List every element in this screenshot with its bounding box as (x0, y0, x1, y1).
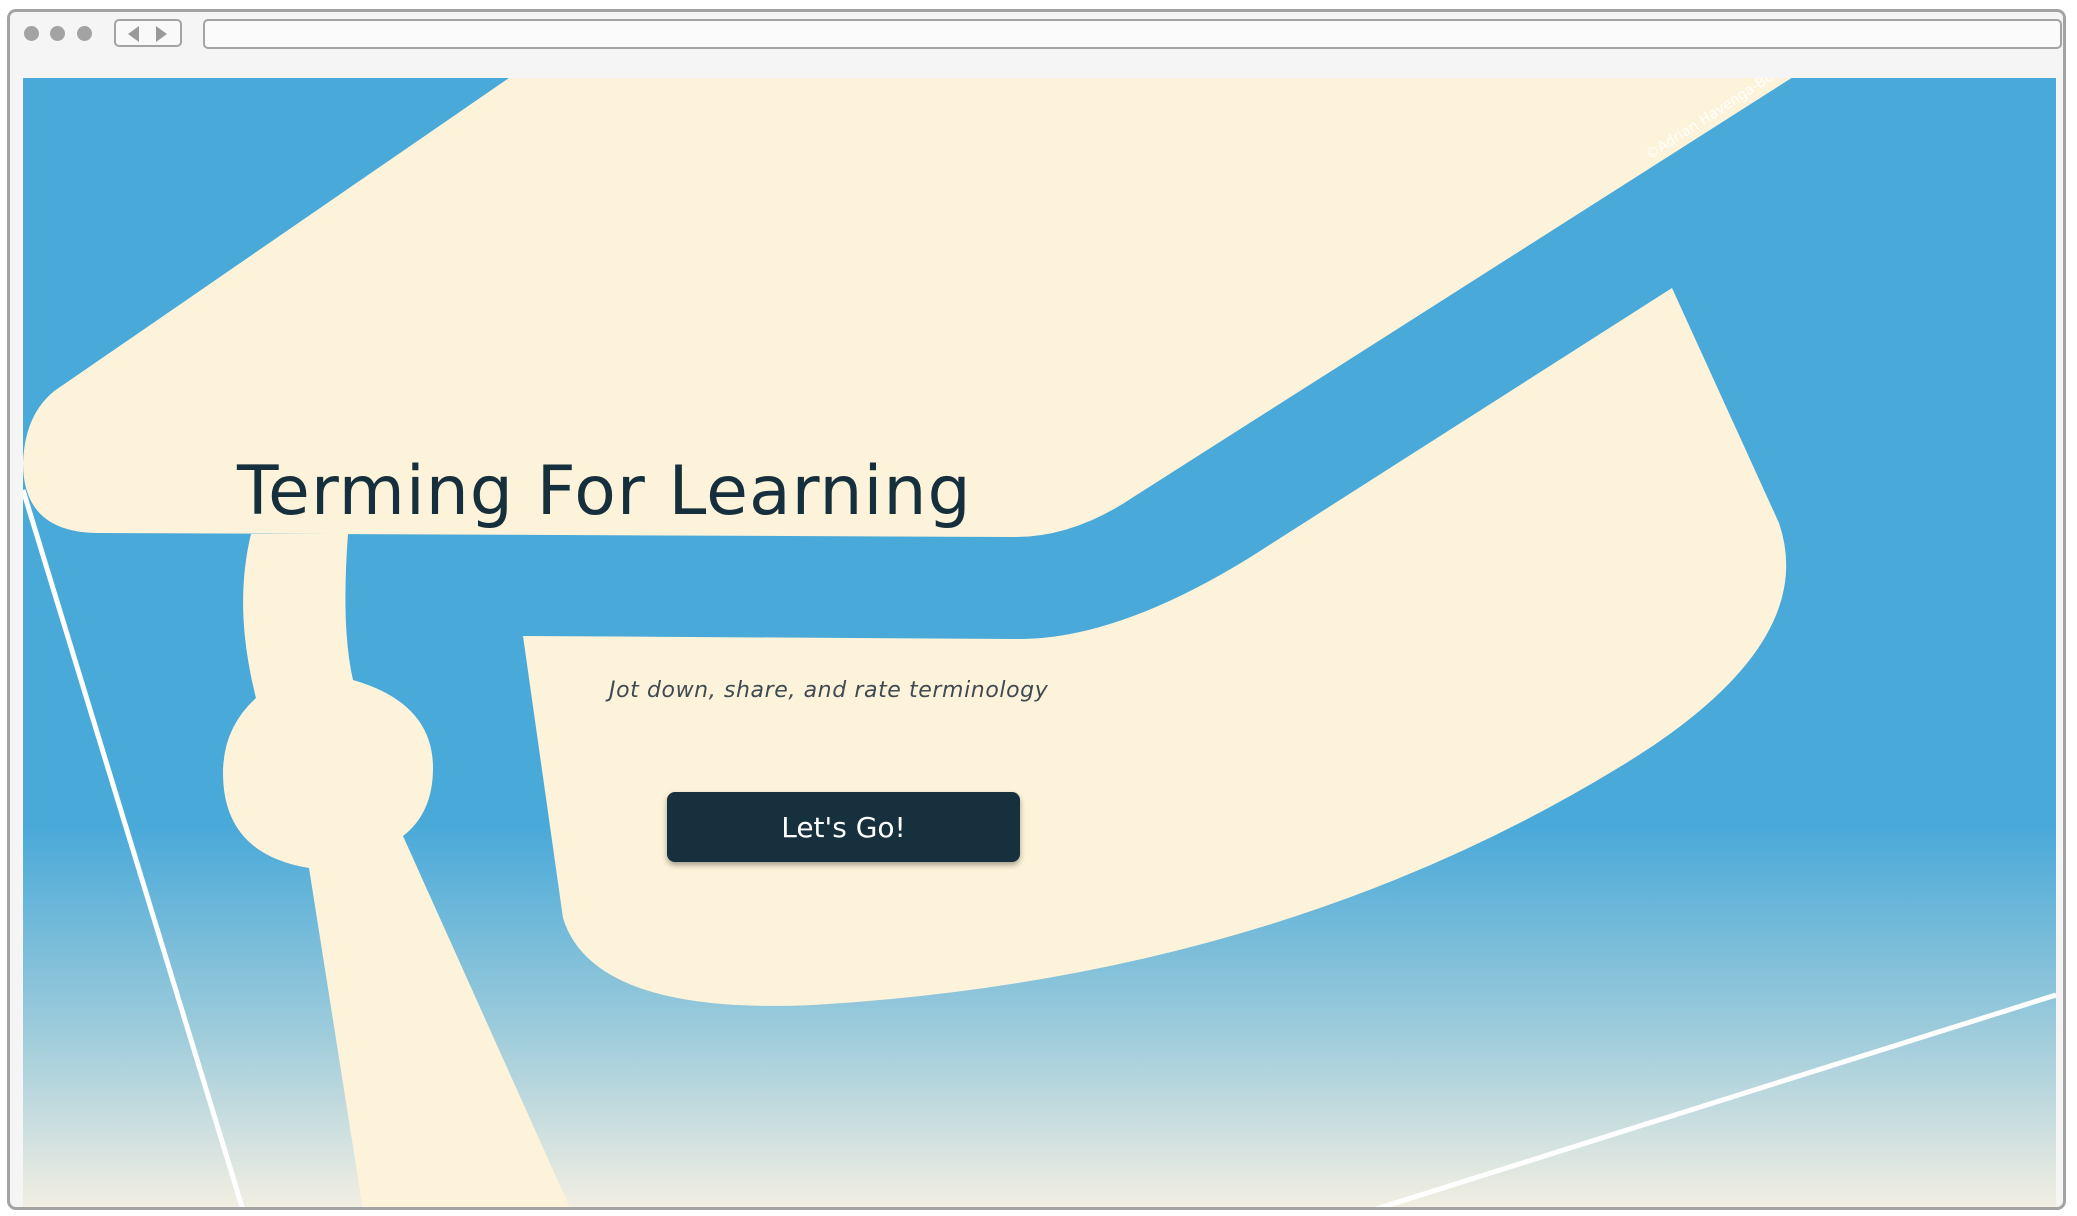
page-subtitle: Jot down, share, and rate terminology (609, 678, 1049, 703)
back-arrow-icon[interactable] (128, 26, 139, 42)
window-minimize-dot[interactable] (50, 26, 65, 41)
forward-arrow-icon[interactable] (156, 26, 167, 42)
graduation-cap-illustration (23, 78, 2056, 1207)
window-close-dot[interactable] (24, 26, 39, 41)
lets-go-button[interactable]: Let's Go! (667, 792, 1020, 862)
browser-toolbar (10, 12, 2063, 68)
browser-window: Terming For Learning Jot down, share, an… (7, 9, 2066, 1210)
window-maximize-dot[interactable] (77, 26, 92, 41)
page-title: Terming For Learning (237, 452, 972, 531)
address-bar[interactable] (203, 19, 2062, 49)
navigation-buttons (114, 19, 182, 47)
page-viewport: Terming For Learning Jot down, share, an… (23, 78, 2056, 1207)
